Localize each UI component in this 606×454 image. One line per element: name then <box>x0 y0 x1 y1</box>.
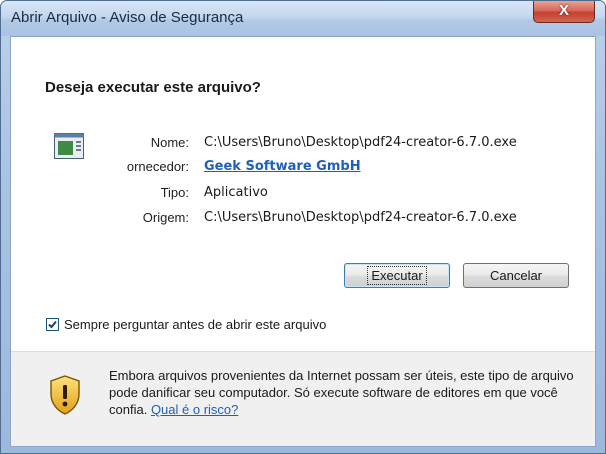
run-button-label: Executar <box>367 266 427 285</box>
checkmark-icon <box>48 320 57 329</box>
type-value: Aplicativo <box>204 185 268 200</box>
type-label: Tipo: <box>160 185 189 200</box>
run-button[interactable]: Executar <box>344 263 450 288</box>
security-warning-window: Abrir Arquivo - Aviso de Segurança X Des… <box>0 0 606 454</box>
risk-link[interactable]: Qual é o risco? <box>151 402 238 417</box>
origin-value: C:\Users\Bruno\Desktop\pdf24-creator-6.7… <box>204 210 517 225</box>
publisher-label: ornecedor: <box>126 159 189 174</box>
cancel-button-label: Cancelar <box>489 268 543 283</box>
always-ask-checkbox[interactable] <box>46 318 59 331</box>
dialog-upper-panel: Deseja executar este arquivo? Nome: C:\U… <box>11 37 595 351</box>
dialog-heading: Deseja executar este arquivo? <box>45 79 261 96</box>
name-label: Nome: <box>150 135 189 150</box>
dialog-body: Deseja executar este arquivo? Nome: C:\U… <box>10 36 596 447</box>
always-ask-label[interactable]: Sempre perguntar antes de abrir este arq… <box>64 317 326 332</box>
close-button[interactable]: X <box>533 1 595 23</box>
cancel-button[interactable]: Cancelar <box>463 263 569 288</box>
divider <box>11 351 595 352</box>
origin-label: Origem: <box>142 210 189 225</box>
title-bar[interactable]: Abrir Arquivo - Aviso de Segurança X <box>1 1 605 36</box>
name-value: C:\Users\Bruno\Desktop\pdf24-creator-6.7… <box>204 135 517 150</box>
window-title: Abrir Arquivo - Aviso de Segurança <box>11 9 244 26</box>
publisher-link[interactable]: Geek Software GmbH <box>204 159 361 174</box>
warning-message: Embora arquivos provenientes da Internet… <box>109 367 579 418</box>
close-icon: X <box>558 2 569 19</box>
security-shield-icon <box>50 375 80 415</box>
